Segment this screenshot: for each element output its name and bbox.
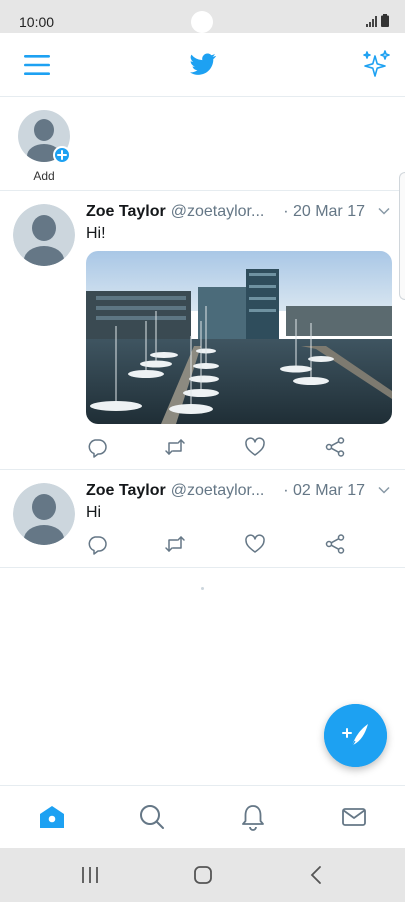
mail-icon[interactable] — [340, 803, 368, 831]
add-fleet-label: Add — [33, 169, 55, 183]
search-icon[interactable] — [138, 803, 166, 831]
front-camera — [191, 11, 213, 33]
tweet-text: Hi! — [86, 225, 106, 242]
status-time: 10:00 — [19, 14, 55, 30]
tweet-header: Zoe Taylor @zoetaylor... · 20 Mar 17 — [86, 202, 391, 222]
home-icon[interactable] — [38, 803, 66, 831]
share-icon[interactable] — [324, 436, 346, 458]
bell-icon[interactable] — [239, 803, 267, 831]
avatar[interactable] — [13, 204, 75, 266]
tweet-actions — [86, 533, 346, 555]
reply-icon[interactable] — [86, 533, 108, 555]
tweet-actions — [86, 436, 346, 458]
chevron-down-icon[interactable] — [377, 483, 391, 497]
hamburger-icon[interactable] — [24, 53, 50, 77]
author-handle[interactable]: @zoetaylor... — [171, 482, 265, 500]
author-name[interactable]: Zoe Taylor — [86, 203, 166, 221]
app-header — [0, 33, 405, 97]
fleets-row: Add — [0, 97, 405, 191]
battery-icon — [381, 14, 389, 27]
chevron-down-icon[interactable] — [377, 204, 391, 218]
share-icon[interactable] — [324, 533, 346, 555]
loading-dot — [201, 587, 204, 590]
signal-icon — [366, 16, 377, 27]
twitter-bird-icon — [190, 53, 216, 75]
tweet[interactable]: Zoe Taylor @zoetaylor... · 02 Mar 17 Hi — [0, 470, 405, 568]
avatar[interactable] — [13, 483, 75, 545]
bottom-nav — [0, 785, 405, 848]
edge-panel-handle[interactable] — [399, 172, 405, 300]
retweet-icon[interactable] — [164, 533, 186, 555]
back-icon[interactable] — [305, 864, 329, 886]
tweet-photo[interactable] — [86, 251, 392, 424]
author-name[interactable]: Zoe Taylor — [86, 482, 166, 500]
author-handle[interactable]: @zoetaylor... — [171, 203, 265, 221]
status-icons — [366, 14, 389, 27]
status-bar: 10:00 — [0, 0, 405, 33]
reply-icon[interactable] — [86, 436, 108, 458]
add-fleet-avatar[interactable] — [18, 110, 70, 162]
like-icon[interactable] — [244, 533, 266, 555]
tweet[interactable]: Zoe Taylor @zoetaylor... · 20 Mar 17 Hi! — [0, 191, 405, 470]
home-button-icon[interactable] — [191, 864, 215, 886]
retweet-icon[interactable] — [164, 436, 186, 458]
tweet-date: · 02 Mar 17 — [283, 482, 365, 499]
like-icon[interactable] — [244, 436, 266, 458]
tweet-date: · 20 Mar 17 — [283, 203, 365, 220]
sparkle-icon[interactable] — [361, 49, 391, 79]
system-nav-bar — [0, 848, 405, 902]
tweet-header: Zoe Taylor @zoetaylor... · 02 Mar 17 — [86, 481, 391, 501]
compose-tweet-button[interactable] — [324, 704, 387, 767]
recent-apps-icon[interactable] — [78, 864, 102, 886]
tweet-text: Hi — [86, 504, 102, 521]
